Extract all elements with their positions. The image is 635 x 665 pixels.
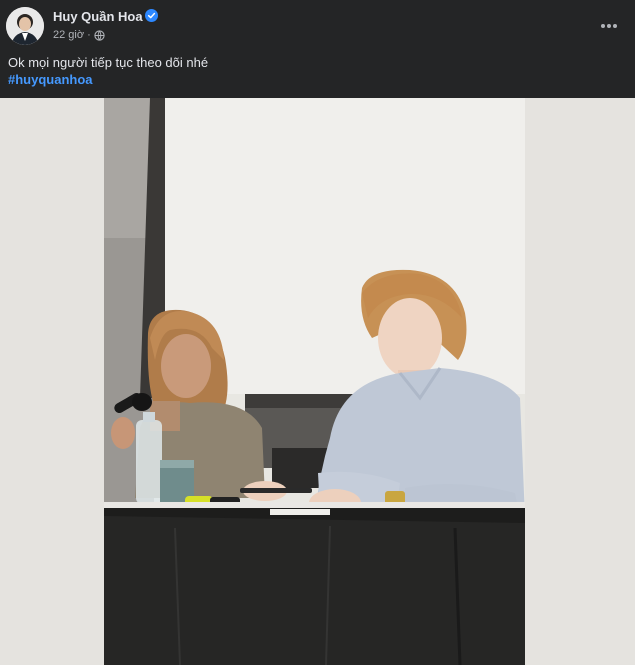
post-header: Huy Quần Hoa 22 giờ · [0, 0, 635, 52]
video-frame [0, 98, 635, 665]
globe-icon [94, 29, 105, 41]
post-video[interactable] [0, 98, 635, 665]
verified-badge-icon [145, 9, 158, 22]
hashtag-link[interactable]: #huyquanhoa [8, 71, 93, 89]
author-avatar[interactable] [6, 7, 44, 45]
more-options-button[interactable] [597, 14, 621, 38]
post-caption: Ok mọi người tiếp tục theo dõi nhé [8, 55, 209, 70]
meta-separator: · [87, 29, 91, 41]
avatar-image [6, 7, 44, 45]
facebook-post: Huy Quần Hoa 22 giờ · Ok mọi người tiếp … [0, 0, 635, 665]
more-horizontal-icon [601, 24, 617, 28]
author-name[interactable]: Huy Quần Hoa [53, 9, 143, 24]
post-meta: 22 giờ · [53, 28, 105, 42]
post-time[interactable]: 22 giờ [53, 29, 84, 41]
